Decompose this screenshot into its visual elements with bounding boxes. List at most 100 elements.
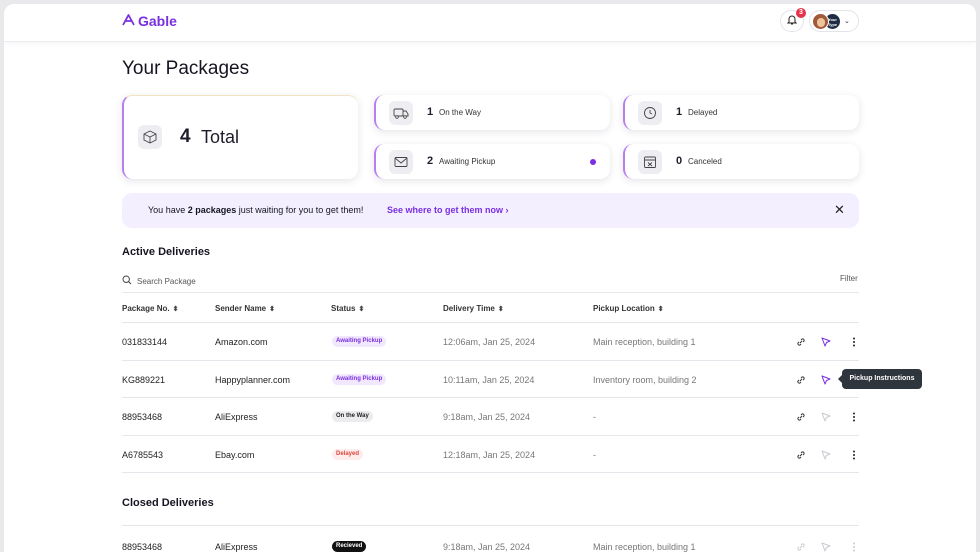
column-header-sender-name[interactable]: Sender Name ⬍ bbox=[215, 304, 275, 313]
brand-logo[interactable]: Gable bbox=[122, 13, 177, 29]
sort-icon: ⬍ bbox=[657, 306, 664, 313]
pickup-location: - bbox=[593, 450, 596, 460]
sender-name: AliExpress bbox=[215, 542, 258, 552]
close-icon[interactable]: ✕ bbox=[834, 203, 845, 217]
mailbox-icon bbox=[389, 150, 413, 174]
top-bar: Gable 3 Your Type ⌄ bbox=[4, 4, 976, 42]
directions-icon bbox=[820, 541, 832, 552]
more-options-icon bbox=[848, 541, 860, 552]
sender-name: Ebay.com bbox=[215, 450, 255, 460]
package-number: 031833144 bbox=[122, 337, 168, 347]
more-options-icon[interactable] bbox=[848, 449, 860, 461]
directions-icon[interactable] bbox=[820, 336, 832, 348]
table-row[interactable]: 031833144 Amazon.com Awaiting Pickup 12:… bbox=[122, 323, 859, 360]
sender-name: Amazon.com bbox=[215, 337, 268, 347]
divider bbox=[122, 525, 859, 526]
directions-icon[interactable] bbox=[820, 374, 832, 386]
stat-card-awaiting-pickup[interactable]: 2 Awaiting Pickup bbox=[374, 144, 610, 179]
column-header-delivery-time[interactable]: Delivery Time ⬍ bbox=[443, 304, 504, 313]
notifications-button[interactable]: 3 bbox=[780, 8, 806, 32]
stat-card-on-the-way[interactable]: 1 On the Way bbox=[374, 95, 610, 130]
total-count: 4 bbox=[180, 126, 191, 147]
link-icon[interactable] bbox=[795, 336, 807, 348]
column-header-pickup-location[interactable]: Pickup Location ⬍ bbox=[593, 304, 664, 313]
stat-card-total[interactable]: 4 Total bbox=[122, 95, 358, 179]
link-icon bbox=[795, 541, 807, 552]
package-number: 88953468 bbox=[122, 412, 163, 422]
status-badge: Recieved bbox=[332, 541, 367, 552]
gable-logo-icon bbox=[122, 13, 135, 29]
package-number: A6785543 bbox=[122, 450, 164, 460]
awaiting-pickup-count: 2 bbox=[427, 155, 434, 167]
link-icon[interactable] bbox=[795, 374, 807, 386]
divider bbox=[122, 472, 859, 473]
sort-icon: ⬍ bbox=[358, 306, 365, 313]
banner-text-bold: 2 packages bbox=[187, 205, 237, 215]
sender-name: AliExpress bbox=[215, 412, 258, 422]
more-options-icon[interactable] bbox=[848, 411, 860, 423]
package-number: KG889221 bbox=[122, 375, 166, 385]
truck-icon bbox=[389, 101, 413, 125]
pickup-location: - bbox=[593, 412, 596, 422]
status-badge: Delayed bbox=[332, 449, 364, 460]
table-row[interactable]: 88953468 AliExpress Recieved 9:18am, Jan… bbox=[122, 528, 859, 552]
delivery-time: 10:11am, Jan 25, 2024 bbox=[443, 375, 535, 385]
column-header-package-no[interactable]: Package No. ⬍ bbox=[122, 304, 178, 313]
status-badge: Awaiting Pickup bbox=[332, 336, 387, 347]
table-row[interactable]: KG889221 Happyplanner.com Awaiting Picku… bbox=[122, 361, 859, 398]
sort-icon: ⬍ bbox=[172, 306, 179, 313]
cancel-calendar-icon bbox=[638, 150, 662, 174]
pickup-banner: You have 2 packages just waiting for you… bbox=[122, 193, 859, 228]
link-icon[interactable] bbox=[795, 411, 807, 423]
stat-card-delayed[interactable]: 1 Delayed bbox=[623, 95, 859, 130]
filter-button[interactable]: Filter bbox=[840, 274, 858, 283]
table-row[interactable]: 88953468 AliExpress On the Way 9:18am, J… bbox=[122, 398, 859, 435]
column-label: Package No. bbox=[122, 304, 170, 313]
pickup-location: Main reception, building 1 bbox=[593, 542, 696, 552]
unread-dot bbox=[590, 159, 596, 165]
more-options-icon[interactable] bbox=[848, 336, 860, 348]
delivery-time: 12:18am, Jan 25, 2024 bbox=[443, 450, 536, 460]
column-header-status[interactable]: Status ⬍ bbox=[331, 304, 364, 313]
closed-deliveries-title: Closed Deliveries bbox=[122, 497, 214, 509]
sort-icon: ⬍ bbox=[269, 306, 276, 313]
search-icon bbox=[122, 272, 132, 290]
column-label: Status bbox=[331, 304, 356, 313]
canceled-count: 0 bbox=[676, 155, 683, 167]
on-the-way-label: On the Way bbox=[439, 108, 481, 117]
total-label: Total bbox=[201, 127, 240, 147]
sort-icon: ⬍ bbox=[497, 306, 504, 313]
banner-text-after: just waiting for you to get them! bbox=[236, 205, 364, 215]
table-row[interactable]: A6785543 Ebay.com Delayed 12:18am, Jan 2… bbox=[122, 436, 859, 473]
pickup-location: Inventory room, building 2 bbox=[593, 375, 697, 385]
app-window: Gable 3 Your Type ⌄ Your Packages 4 Tota… bbox=[4, 4, 976, 552]
see-where-link[interactable]: See where to get them now › bbox=[387, 205, 509, 215]
pickup-instructions-tooltip: Pickup Instructions bbox=[838, 369, 922, 389]
stat-card-canceled[interactable]: 0 Canceled bbox=[623, 144, 859, 179]
avatar bbox=[812, 12, 829, 30]
status-badge: On the Way bbox=[332, 411, 373, 422]
clock-icon bbox=[638, 101, 662, 125]
column-label: Sender Name bbox=[215, 304, 267, 313]
pickup-location: Main reception, building 1 bbox=[593, 337, 696, 347]
status-badge: Awaiting Pickup bbox=[332, 374, 387, 385]
search-field[interactable]: Search Package bbox=[122, 272, 196, 290]
delayed-count: 1 bbox=[676, 106, 683, 118]
awaiting-pickup-label: Awaiting Pickup bbox=[439, 157, 496, 166]
canceled-label: Canceled bbox=[688, 157, 722, 166]
link-icon[interactable] bbox=[795, 449, 807, 461]
directions-icon bbox=[820, 449, 832, 461]
delayed-label: Delayed bbox=[688, 108, 718, 117]
delivery-time: 12:06am, Jan 25, 2024 bbox=[443, 337, 536, 347]
package-number: 88953468 bbox=[122, 542, 163, 552]
active-deliveries-title: Active Deliveries bbox=[122, 246, 211, 258]
delivery-time: 9:18am, Jan 25, 2024 bbox=[443, 542, 531, 552]
on-the-way-count: 1 bbox=[427, 106, 434, 118]
sender-name: Happyplanner.com bbox=[215, 375, 291, 385]
brand-name: Gable bbox=[138, 13, 177, 29]
package-icon bbox=[138, 125, 162, 149]
account-menu[interactable]: Your Type ⌄ bbox=[809, 10, 859, 32]
page-title: Your Packages bbox=[122, 58, 250, 79]
banner-message: You have 2 packages just waiting for you… bbox=[148, 205, 363, 215]
search-input[interactable]: Search Package bbox=[137, 277, 196, 286]
